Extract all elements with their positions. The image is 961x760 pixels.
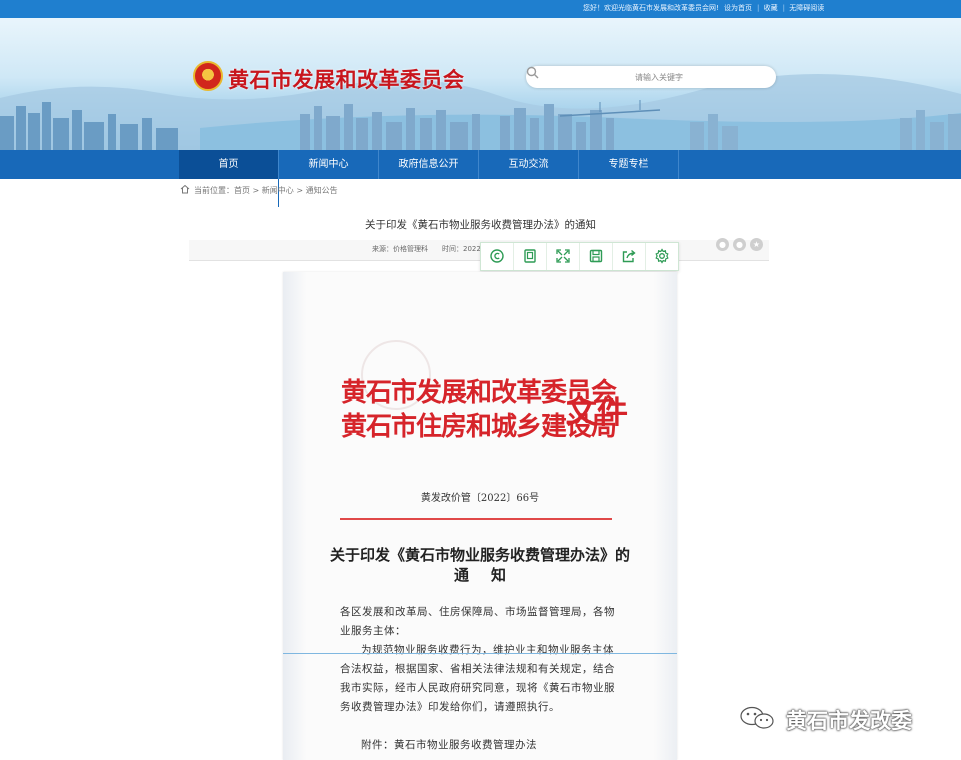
qzone-share-icon[interactable]: ★ (750, 238, 763, 251)
fullscreen-button[interactable] (547, 243, 580, 270)
set-home-link[interactable]: 设为首页 (724, 4, 752, 12)
doc-red-divider (340, 518, 612, 520)
floating-toolbar (480, 242, 679, 271)
nav-item-home[interactable]: 首页 (179, 150, 279, 179)
nav-item-interaction[interactable]: 互动交流 (479, 150, 579, 179)
favorite-link[interactable]: 收藏 (764, 4, 778, 12)
copy-icon (524, 249, 536, 263)
fullscreen-icon (556, 249, 570, 263)
search-icon[interactable] (526, 66, 539, 79)
article-title: 关于印发《黄石市物业服务收费管理办法》的通知 (365, 219, 596, 231)
city-skyline-image (0, 73, 961, 150)
settings-icon (655, 248, 669, 264)
copyright-button[interactable] (481, 243, 514, 270)
share-out-button[interactable] (613, 243, 646, 270)
wechat-icon (740, 706, 774, 729)
article-source: 来源：价格管理科 (372, 245, 428, 253)
copy-button[interactable] (514, 243, 547, 270)
copyright-icon (490, 249, 504, 263)
doc-recipients: 各区发展和改革局、住房保障局、市场监督管理局，各物业服务主体： (340, 606, 615, 637)
share-icons: ● ● ★ (716, 236, 767, 251)
national-emblem-icon (193, 61, 223, 91)
top-bar-links: 您好！欢迎光临黄石市发展和改革委员会网! 设为首页 | 收藏 | 无障碍阅读 (583, 4, 825, 12)
doc-attachment: 附件：黄石市物业服务收费管理办法 (361, 739, 537, 751)
main-nav: 首页 新闻中心 政府信息公开 互动交流 专题专栏 (0, 150, 961, 179)
wechat-share-icon[interactable]: ● (716, 238, 729, 251)
doc-number: 黄发改价管〔2022〕66号 (420, 493, 540, 504)
settings-button[interactable] (646, 243, 679, 270)
save-button[interactable] (580, 243, 613, 270)
accessible-reading-link[interactable]: 无障碍阅读 (789, 4, 824, 12)
doc-notice-title-2: 通知 (453, 566, 528, 584)
breadcrumb: 当前位置：首页 > 新闻中心 > 通知公告 (180, 184, 338, 196)
article-meta: 来源：价格管理科 时间：2022 (372, 244, 481, 254)
article-time: 时间：2022 (442, 245, 481, 253)
site-title[interactable]: 黄石市发展和改革委员会 (228, 64, 465, 94)
header-banner: 黄石市发展和改革委员会 (0, 18, 961, 150)
search-box (526, 66, 776, 88)
save-icon (589, 249, 603, 263)
doc-wenjian-label: 文件 (566, 395, 628, 431)
article-meta-bar: 来源：价格管理科 时间：2022 (189, 240, 769, 261)
share-out-icon (622, 249, 636, 263)
top-bar: 您好！欢迎光临黄石市发展和改革委员会网! 设为首页 | 收藏 | 无障碍阅读 (0, 0, 961, 18)
scan-line (283, 653, 677, 654)
breadcrumb-text[interactable]: 当前位置：首页 > 新闻中心 > 通知公告 (194, 186, 338, 195)
welcome-text: 您好！欢迎光临黄石市发展和改革委员会网! (583, 4, 719, 12)
document-scan: 黄石市发展和改革委员会 黄石市住房和城乡建设局 文件 黄发改价管〔2022〕66… (283, 272, 677, 760)
home-icon (180, 184, 190, 194)
search-input[interactable] (554, 69, 764, 85)
doc-notice-title-1: 关于印发《黄石市物业服务收费管理办法》的 (329, 546, 630, 564)
nav-item-gov-info[interactable]: 政府信息公开 (379, 150, 479, 179)
weibo-share-icon[interactable]: ● (733, 238, 746, 251)
watermark-text: 黄石市发改委 (786, 709, 912, 733)
nav-item-news[interactable]: 新闻中心 (279, 150, 379, 179)
nav-item-special[interactable]: 专题专栏 (579, 150, 679, 179)
